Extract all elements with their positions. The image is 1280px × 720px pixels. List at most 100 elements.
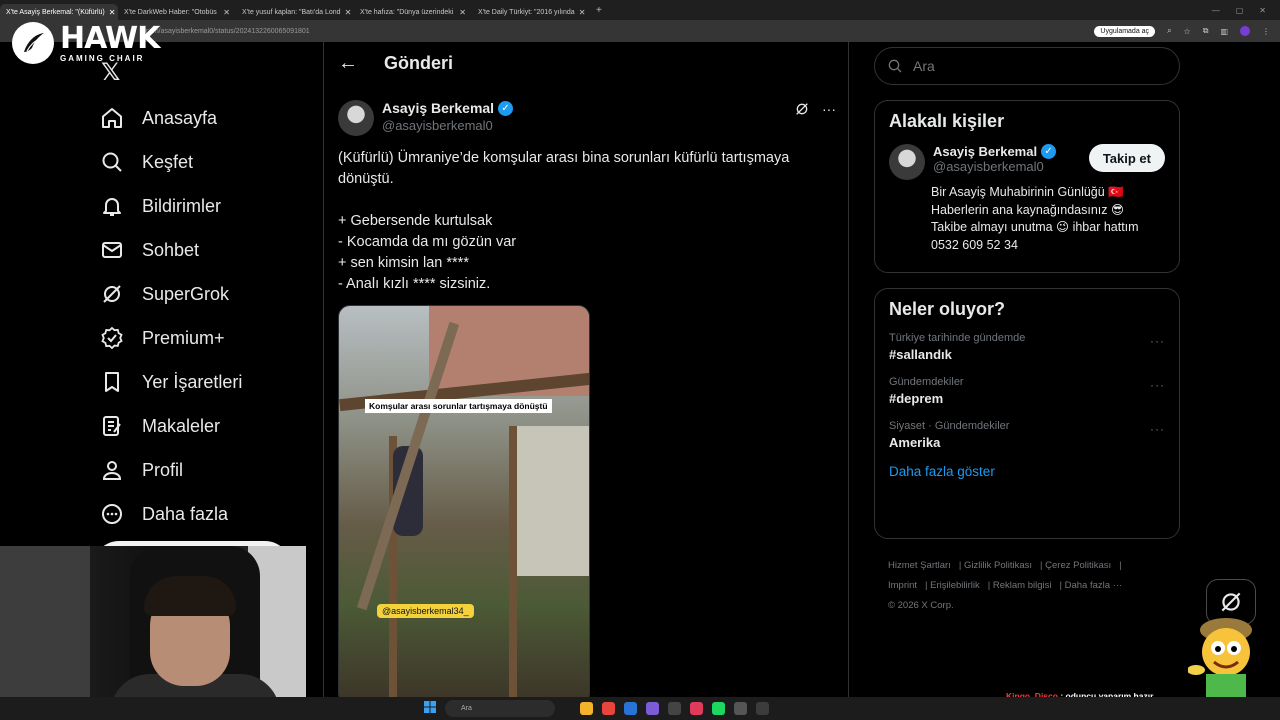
menu-icon[interactable]: ⋮ <box>1262 27 1270 36</box>
webcam-shelf <box>0 546 90 720</box>
more-options-icon[interactable]: ··· <box>822 101 836 120</box>
edge-icon[interactable] <box>624 702 637 715</box>
sidebar-item-chat[interactable]: Sohbet <box>100 228 300 272</box>
follow-button[interactable]: Takip et <box>1088 144 1165 172</box>
spotify-icon[interactable] <box>712 702 725 715</box>
grok-icon[interactable] <box>794 101 810 120</box>
browser-tab[interactable]: X'te hafıza: "Dünya üzerindeki ✕ <box>354 4 472 20</box>
windows-start-icon[interactable] <box>424 701 436 713</box>
search-icon <box>888 59 902 73</box>
browser-tab[interactable]: X'te DarkWeb Haber: "Otobüs ✕ <box>118 4 236 20</box>
footer-link[interactable]: Daha fazla ··· <box>1065 580 1123 591</box>
footer-link[interactable]: Erişilebilirlik <box>930 580 980 591</box>
stream-emote-icon <box>1187 612 1260 698</box>
sidebar-item-label: Premium+ <box>142 327 225 348</box>
obs-icon[interactable] <box>756 702 769 715</box>
sidebar-item-bookmarks[interactable]: Yer İşaretleri <box>100 360 300 404</box>
mail-icon <box>102 242 122 258</box>
close-icon[interactable]: ✕ <box>459 8 466 17</box>
app-icon[interactable] <box>690 702 703 715</box>
bio-line: Haberlerin ana kaynağındasınız 😎 <box>931 202 1125 217</box>
search-input[interactable]: Ara <box>874 47 1180 85</box>
back-arrow-icon[interactable]: ← <box>338 52 358 75</box>
person-icon <box>102 461 122 480</box>
hawk-brand-text: HAWK <box>60 20 160 56</box>
column-divider <box>323 42 324 720</box>
sidebar-item-articles[interactable]: Makaleler <box>100 404 300 448</box>
avatar[interactable] <box>338 100 374 136</box>
tab-label: X'te Daily Türkiyt: "2016 yılında <box>478 8 575 16</box>
sidebar-item-more[interactable]: Daha fazla <box>100 492 300 536</box>
sidebar-item-profile[interactable]: Profil <box>100 448 300 492</box>
trend-name: Amerika <box>889 435 941 450</box>
post-line <box>338 190 828 211</box>
related-handle[interactable]: @asayisberkemal0 <box>933 159 1056 174</box>
x-logo-icon[interactable]: 𝕏 <box>101 58 120 87</box>
sidebar-icon[interactable]: ▥ <box>1220 27 1228 36</box>
close-window-icon[interactable]: ✕ <box>1259 6 1266 15</box>
sidebar-item-premium[interactable]: Premium+ <box>100 316 300 360</box>
trends-card: Neler oluyor? Türkiye tarihinde gündemde… <box>874 288 1180 539</box>
sidebar-item-explore[interactable]: Keşfet <box>100 140 300 184</box>
trend-item[interactable]: Siyaset · Gündemdekiler Amerika ··· <box>889 420 1165 450</box>
more-options-icon[interactable]: ··· <box>1150 334 1165 348</box>
file-explorer-icon[interactable] <box>580 702 593 715</box>
search-icon <box>102 152 122 172</box>
taskbar-search[interactable]: Ara <box>445 700 555 717</box>
post-text: (Küfürlü) Ümraniye’de komşular arası bin… <box>338 148 828 295</box>
window-controls: — ▢ ✕ <box>1212 6 1280 15</box>
browser-tab[interactable]: X'te Asayiş Berkemal: "(Küfürlü) ✕ <box>0 4 118 20</box>
show-more-link[interactable]: Daha fazla göster <box>889 464 1165 479</box>
author-name[interactable]: Asayiş Berkemal ✓ <box>382 100 514 116</box>
column-divider <box>848 42 849 720</box>
profile-avatar[interactable] <box>1240 26 1250 36</box>
minimize-icon[interactable]: — <box>1212 6 1220 15</box>
sidebar-item-supergrok[interactable]: SuperGrok <box>100 272 300 316</box>
sidebar-item-label: Sohbet <box>142 239 200 260</box>
star-icon[interactable]: ☆ <box>1184 27 1191 36</box>
sidebar-item-label: Profil <box>142 459 184 480</box>
grok-icon <box>103 285 121 303</box>
footer-link[interactable]: Hizmet Şartları <box>888 560 951 571</box>
footer-link[interactable]: Çerez Politikası <box>1045 560 1111 571</box>
related-name-text[interactable]: Asayiş Berkemal <box>933 144 1037 159</box>
close-icon[interactable]: ✕ <box>223 8 230 17</box>
close-icon[interactable]: ✕ <box>345 8 352 17</box>
app-icon[interactable] <box>668 702 681 715</box>
bio-line: 0532 609 52 34 <box>931 237 1018 252</box>
bio-line: Bir Asayiş Muhabirinin Günlüğü 🇹🇷 <box>931 185 1124 199</box>
author-name-text[interactable]: Asayiş Berkemal <box>382 100 494 116</box>
more-options-icon[interactable]: ··· <box>1150 422 1165 436</box>
sidebar-item-home[interactable]: Anasayfa <box>100 96 300 140</box>
post-line: - Kocamda da mı gözün var <box>338 234 517 250</box>
zoom-icon[interactable]: ⌕ <box>1167 26 1171 36</box>
hawk-emblem-icon <box>12 22 54 64</box>
avatar[interactable] <box>889 144 925 180</box>
trend-item[interactable]: Gündemdekiler #deprem ··· <box>889 376 1165 406</box>
close-icon[interactable]: ✕ <box>579 8 586 17</box>
open-in-app-button[interactable]: Uygulamada aç <box>1094 25 1156 37</box>
app-icon[interactable] <box>734 702 747 715</box>
post-line: + sen kimsin lan **** <box>338 255 469 271</box>
trend-item[interactable]: Türkiye tarihinde gündemde #sallandık ··… <box>889 332 1165 362</box>
tab-label: X'te hafıza: "Dünya üzerindeki <box>360 8 454 16</box>
chrome-icon[interactable] <box>602 702 615 715</box>
discord-icon[interactable] <box>646 702 659 715</box>
url-text[interactable]: x.com/asayisberkemal0/status/20241322600… <box>140 28 310 35</box>
trend-context: Siyaset · Gündemdekiler <box>889 420 1010 432</box>
footer-link[interactable]: Reklam bilgisi <box>993 580 1052 591</box>
footer-link[interactable]: Gizlilik Politikası <box>964 560 1032 571</box>
author-handle[interactable]: @asayisberkemal0 <box>382 118 513 133</box>
close-icon[interactable]: ✕ <box>109 8 116 17</box>
trend-name: #deprem <box>889 391 944 406</box>
extensions-icon[interactable]: ⧉ <box>1203 26 1209 36</box>
footer-link[interactable]: Imprint <box>888 580 917 591</box>
browser-tab[interactable]: X'te yusuf kaplan: "Batı'da Lond ✕ <box>236 4 354 20</box>
post-video[interactable]: Komşular arası sorunlar tartışmaya dönüş… <box>338 305 590 705</box>
more-options-icon[interactable]: ··· <box>1150 378 1165 392</box>
maximize-icon[interactable]: ▢ <box>1236 6 1244 15</box>
browser-tab[interactable]: X'te Daily Türkiyt: "2016 yılında ✕ <box>472 4 590 20</box>
new-tab-button[interactable]: + <box>596 5 602 16</box>
related-name[interactable]: Asayiş Berkemal ✓ <box>933 144 1057 159</box>
sidebar-item-notifications[interactable]: Bildirimler <box>100 184 300 228</box>
